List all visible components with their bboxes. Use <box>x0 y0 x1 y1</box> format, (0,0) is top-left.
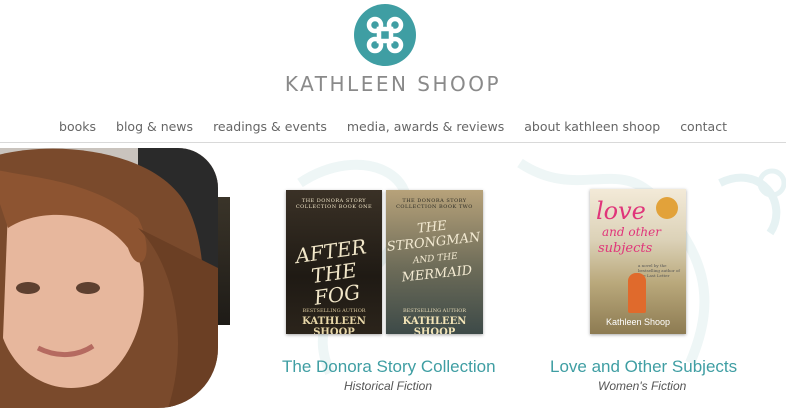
nav-item-contact[interactable]: contact <box>680 119 727 134</box>
nav-item-media-awards-reviews[interactable]: media, awards & reviews <box>347 119 504 134</box>
main-navigation: books blog & news readings & events medi… <box>0 119 786 134</box>
cover-title: THE STRONGMAN AND THE MERMAID <box>386 215 483 287</box>
cover-series-label: THE DONORA STORY COLLECTION BOOK ONE <box>295 198 373 210</box>
book-cover-love-and-other-subjects[interactable]: love and other subjects a novel by the b… <box>590 189 686 334</box>
cover-author: Kathleen Shoop <box>605 317 671 327</box>
site-brand-name[interactable]: KATHLEEN SHOOP <box>0 72 786 96</box>
book-cover-strongman-and-the-mermaid[interactable]: THE DONORA STORY COLLECTION BOOK TWO THE… <box>386 190 483 334</box>
cover-title-line: AND THE <box>412 251 459 267</box>
book-title-love-and-other-subjects[interactable]: Love and Other Subjects <box>550 357 737 377</box>
book-genre-womens-fiction: Women's Fiction <box>598 379 687 393</box>
cover-figure-graphic <box>628 273 646 313</box>
nav-item-blog-news[interactable]: blog & news <box>116 119 193 134</box>
command-key-icon <box>366 16 404 54</box>
cover-author: KATHLEEN SHOOP <box>302 316 366 334</box>
cover-author: KATHLEEN SHOOP <box>402 316 467 334</box>
nav-item-about[interactable]: about kathleen shoop <box>524 119 660 134</box>
cover-tagline: BESTSELLING AUTHOR <box>402 308 467 314</box>
header-divider <box>0 142 786 143</box>
site-logo[interactable] <box>354 4 416 66</box>
cover-series-label: THE DONORA STORY COLLECTION BOOK TWO <box>396 198 473 210</box>
nav-item-books[interactable]: books <box>59 119 96 134</box>
cover-title-line: MERMAID <box>400 263 473 286</box>
cover-title-line: and other <box>602 225 661 239</box>
cover-tagline: BESTSELLING AUTHOR <box>302 308 366 314</box>
cover-title-line: love <box>596 197 646 225</box>
book-title-donora-story-collection[interactable]: The Donora Story Collection <box>282 357 496 377</box>
book-genre-historical-fiction: Historical Fiction <box>344 379 433 393</box>
cover-title: AFTER THE FOG <box>286 234 382 313</box>
cover-title-line: FOG <box>312 279 362 310</box>
author-photo <box>0 148 218 408</box>
cover-title-line: subjects <box>598 241 653 256</box>
book-cover-after-the-fog[interactable]: THE DONORA STORY COLLECTION BOOK ONE AFT… <box>286 190 382 334</box>
nav-item-readings-events[interactable]: readings & events <box>213 119 327 134</box>
